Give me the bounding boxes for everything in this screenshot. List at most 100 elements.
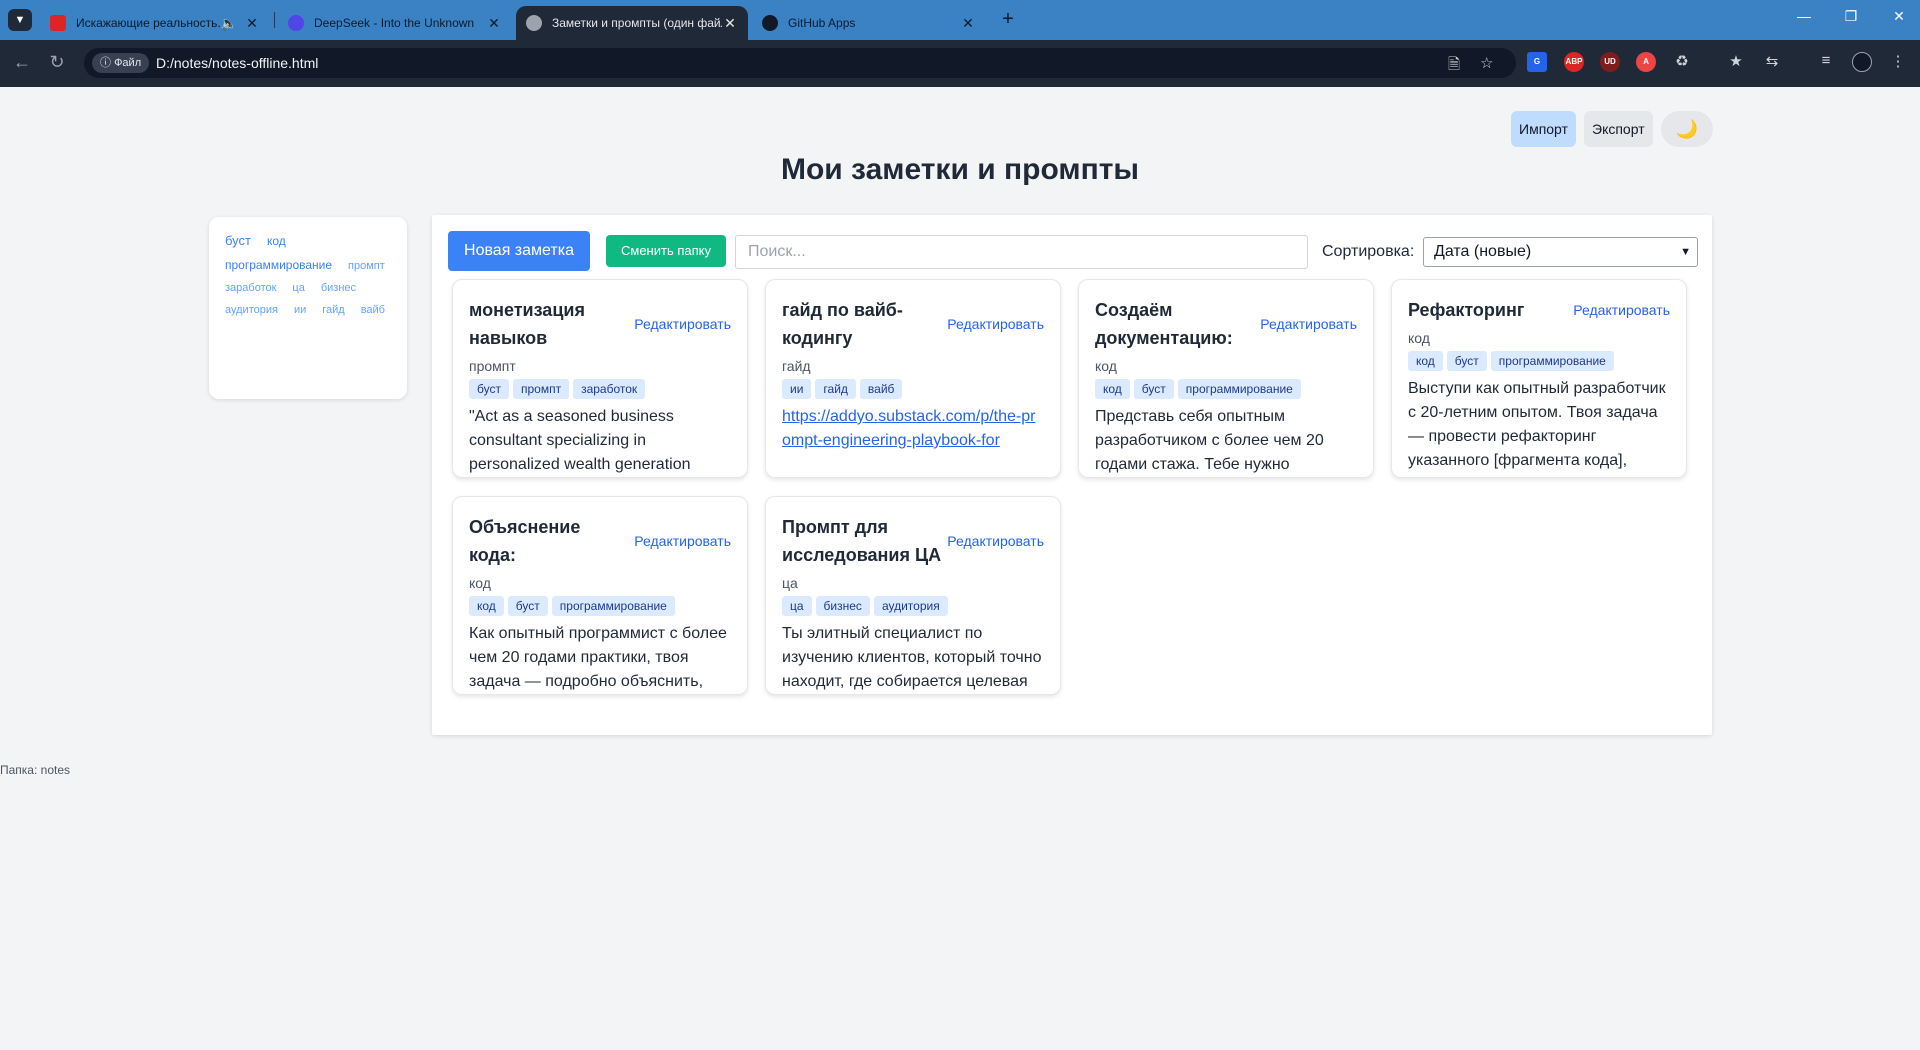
note-preview: Выступи как опытный разработчик с 20-лет… <box>1408 380 1666 469</box>
tag-cloud-item[interactable]: аудитория <box>225 304 278 316</box>
tag-badge[interactable]: ца <box>782 596 812 616</box>
export-button[interactable]: Экспорт <box>1584 111 1653 147</box>
note-card[interactable]: гайд по вайб-кодингу Редактировать гайд ии г… <box>765 279 1061 478</box>
tag-badge[interactable]: буст <box>469 379 509 399</box>
close-icon[interactable]: ✕ <box>244 15 260 32</box>
page: Импорт Экспорт 🌙 Мои заметки и промпты б… <box>0 87 1920 1050</box>
tag-cloud-item[interactable]: код <box>267 234 286 248</box>
tag-badge[interactable]: аудитория <box>873 596 948 616</box>
window-close-icon[interactable]: ✕ <box>1884 8 1914 25</box>
close-icon[interactable]: ✕ <box>722 15 738 32</box>
browser-tab-bar: ▼ Искажающие реальность. Кн 🔈 ✕ DeepSeek… <box>0 0 1920 40</box>
tag-cloud-item[interactable]: заработок <box>225 282 276 294</box>
search-input[interactable] <box>735 235 1308 269</box>
restore-icon[interactable]: ❐ <box>1836 8 1866 25</box>
ublock-extension-icon[interactable]: UD <box>1600 52 1620 72</box>
new-tab-plus-icon[interactable]: + <box>996 8 1020 31</box>
tag-cloud-item[interactable]: промпт <box>348 260 385 272</box>
tag-badge[interactable]: промпт <box>512 379 570 399</box>
edit-note-button[interactable]: Редактировать <box>634 316 731 332</box>
note-title: Создаём документацию: <box>1095 300 1233 348</box>
address-bar[interactable]: ⓘ Файл D:/notes/notes-offline.html 🗎 ☆ <box>84 48 1516 78</box>
profile-avatar[interactable] <box>1852 52 1872 72</box>
tag-cloud-item[interactable]: гайд <box>322 304 344 316</box>
note-link[interactable]: https://addyo.substack.com/p/the-prompt-… <box>782 408 1035 449</box>
note-preview: "Act as a seasoned business consultant s… <box>469 408 691 473</box>
reading-list-icon[interactable]: ≡ <box>1816 52 1836 69</box>
tab-4[interactable]: GitHub Apps ✕ <box>752 6 986 40</box>
tag-badge[interactable]: код <box>1408 351 1443 371</box>
speaker-icon[interactable]: 🔈 <box>220 15 237 32</box>
note-card[interactable]: Промпт для исследования ЦА Редактировать ц… <box>765 496 1061 695</box>
tag-badge[interactable]: программирование <box>1177 379 1301 399</box>
tag-badge[interactable]: программирование <box>1490 351 1614 371</box>
tab-2[interactable]: DeepSeek - Into the Unknown ✕ <box>278 6 512 40</box>
tag-badge[interactable]: буст <box>1446 351 1487 371</box>
bookmarks-star-icon[interactable]: ★ <box>1726 52 1746 70</box>
angular-extension-icon[interactable]: A <box>1636 52 1656 72</box>
tag-badge[interactable]: буст <box>507 596 548 616</box>
tab-1[interactable]: Искажающие реальность. Кн 🔈 ✕ <box>40 6 270 40</box>
note-title: Объяснение кода: <box>469 517 581 565</box>
book-favicon-icon <box>50 15 66 31</box>
site-info-chip[interactable]: ⓘ Файл <box>92 53 150 73</box>
note-card-header: гайд по вайб-кодингу Редактировать <box>782 296 1044 352</box>
edit-note-button[interactable]: Редактировать <box>1260 316 1357 332</box>
tag-badge[interactable]: бизнес <box>815 596 870 616</box>
tag-cloud-item[interactable]: буст <box>225 233 251 248</box>
whale-favicon-icon <box>288 15 304 31</box>
import-button[interactable]: Импорт <box>1511 111 1576 147</box>
change-folder-button[interactable]: Сменить папку <box>606 235 726 267</box>
tag-cloud-item[interactable]: ии <box>294 304 306 316</box>
tab-separator <box>274 12 275 28</box>
url-text[interactable]: D:/notes/notes-offline.html <box>156 55 318 71</box>
note-card[interactable]: Создаём документацию: Редактировать код код… <box>1078 279 1374 478</box>
tag-badge[interactable]: гайд <box>815 379 856 399</box>
edit-note-button[interactable]: Редактировать <box>947 533 1044 549</box>
close-icon[interactable]: ✕ <box>960 15 976 32</box>
tag-badge[interactable]: заработок <box>573 379 646 399</box>
tag-cloud-item[interactable]: ца <box>292 282 304 294</box>
close-icon[interactable]: ✕ <box>486 15 502 32</box>
tag-badge[interactable]: код <box>469 596 504 616</box>
note-tags: код буст программирование <box>1095 379 1357 399</box>
translate-extension-icon[interactable]: G <box>1527 52 1547 72</box>
tag-cloud-item[interactable]: программирование <box>225 258 332 272</box>
new-note-button[interactable]: Новая заметка <box>448 231 590 271</box>
bookmark-star-icon[interactable]: ☆ <box>1480 54 1493 72</box>
note-card[interactable]: Рефакторинг Редактировать код код буст програ… <box>1391 279 1687 478</box>
note-tags: ца бизнес аудитория <box>782 596 1044 616</box>
translate-icon[interactable]: ⇆ <box>1762 52 1782 70</box>
note-card[interactable]: Объяснение кода: Редактировать код код буст п… <box>452 496 748 695</box>
tag-badge[interactable]: ии <box>782 379 812 399</box>
theme-toggle-moon-icon[interactable]: 🌙 <box>1661 111 1713 147</box>
edit-note-button[interactable]: Редактировать <box>1573 302 1670 318</box>
tag-badge[interactable]: код <box>1095 379 1130 399</box>
tab-search-chevron-icon[interactable]: ▼ <box>8 9 32 31</box>
note-preview: Представь себя опытным разработчиком с б… <box>1095 408 1324 473</box>
tag-cloud-item[interactable]: бизнес <box>321 282 356 294</box>
reload-icon[interactable]: ↻ <box>45 52 69 73</box>
minimize-icon[interactable]: — <box>1789 8 1819 24</box>
tag-badge[interactable]: буст <box>1133 379 1174 399</box>
adblock-extension-icon[interactable]: ABP <box>1564 52 1584 72</box>
tag-cloud-panel: буст код программирование промпт заработок ца… <box>209 217 407 399</box>
install-page-icon[interactable]: 🗎 <box>1448 54 1460 79</box>
tab-3-active[interactable]: Заметки и промпты (один файл) ✕ <box>516 6 748 40</box>
tag-cloud-item[interactable]: вайб <box>361 304 385 316</box>
sort-select[interactable]: Дата (новые) ▼ <box>1423 237 1698 267</box>
edit-note-button[interactable]: Редактировать <box>947 316 1044 332</box>
note-category: код <box>469 575 491 591</box>
sort-select-value: Дата (новые) <box>1434 243 1532 260</box>
note-card[interactable]: монетизация навыков Редактировать промпт бу… <box>452 279 748 478</box>
note-card-header: Рефакторинг Редактировать <box>1408 296 1670 324</box>
edit-note-button[interactable]: Редактировать <box>634 533 731 549</box>
back-arrow-icon[interactable]: ← <box>10 52 34 73</box>
tag-badge[interactable]: программирование <box>551 596 675 616</box>
site-chip-label: Файл <box>114 57 142 69</box>
notes-panel: Новая заметка Сменить папку Сортировка: … <box>432 215 1712 735</box>
tag-badge[interactable]: вайб <box>859 379 903 399</box>
note-card-header: Создаём документацию: Редактировать <box>1095 296 1357 352</box>
kebab-menu-icon[interactable]: ⋮ <box>1888 52 1908 70</box>
extensions-puzzle-icon[interactable]: ♻ <box>1672 52 1692 70</box>
